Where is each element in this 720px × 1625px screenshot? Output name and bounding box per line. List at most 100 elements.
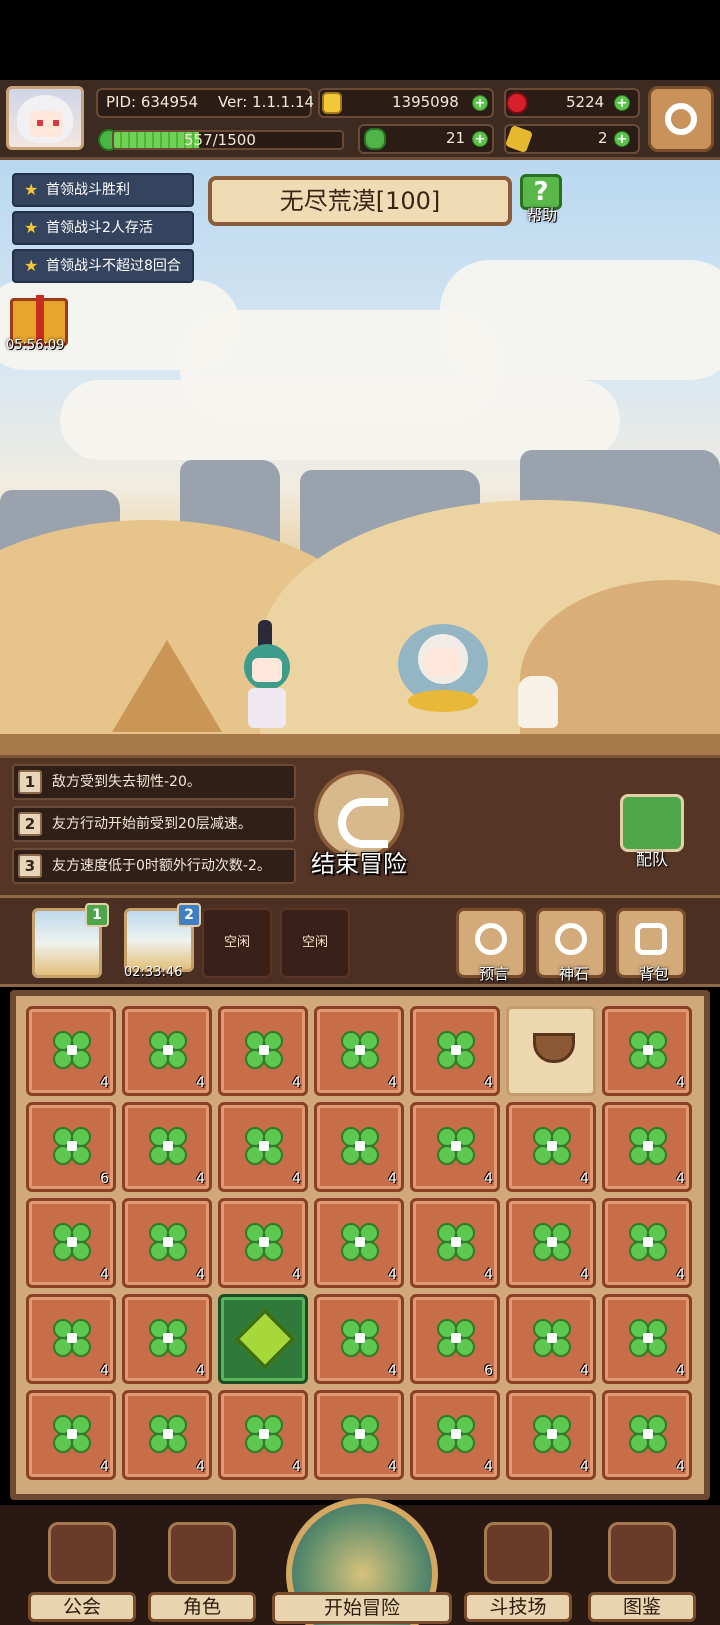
clover-icon — [629, 1415, 669, 1455]
add-feather-plus-icon[interactable]: + — [614, 131, 630, 147]
add-gold-plus-icon[interactable]: + — [472, 95, 488, 111]
hero-bunny-girl-sprite — [238, 620, 298, 732]
board-tile[interactable]: 4 — [314, 1198, 404, 1288]
player-id: PID: 634954 — [106, 93, 199, 111]
expedition-slot-2[interactable]: 2 — [124, 903, 201, 972]
clover-icon — [437, 1031, 477, 1071]
board-tile[interactable]: 4 — [26, 1198, 116, 1288]
stone-icon — [555, 923, 587, 955]
clover-icon — [629, 1223, 669, 1263]
clover-icon — [629, 1127, 669, 1167]
board-tile[interactable]: 4 — [410, 1198, 500, 1288]
tile-count: 4 — [100, 1459, 109, 1475]
expedition-slot-1[interactable]: 1 — [32, 903, 109, 978]
clover-icon — [245, 1127, 285, 1167]
team-formation-button[interactable]: 配队 — [616, 794, 688, 869]
board-tile[interactable]: 4 — [314, 1006, 404, 1096]
add-clover-plus-icon[interactable]: + — [472, 131, 488, 147]
board-tile[interactable]: 4 — [410, 1006, 500, 1096]
board-tile[interactable]: 4 — [122, 1198, 212, 1288]
board-tile[interactable]: 4 — [602, 1198, 692, 1288]
board-tile[interactable]: 4 — [218, 1102, 308, 1192]
nav-start-adventure-button[interactable]: 开始冒险 — [272, 1496, 452, 1625]
expedition-slot-2-timer: 02:33:46 — [124, 965, 183, 980]
prophecy-button[interactable]: 预言 — [456, 908, 526, 983]
clover-icon — [53, 1415, 93, 1455]
tile-count: 4 — [676, 1363, 685, 1379]
tile-count: 4 — [388, 1363, 397, 1379]
board-tile[interactable]: 4 — [122, 1390, 212, 1480]
settings-gear-button[interactable] — [648, 86, 714, 152]
stage-effect-3: 3 友方速度低于0时额外行动次数-2。 — [12, 848, 296, 884]
board-tile[interactable]: 4 — [602, 1390, 692, 1480]
add-red-gem-plus-icon[interactable]: + — [614, 95, 630, 111]
clover-icon — [245, 1415, 285, 1455]
board-tile[interactable]: 4 — [122, 1006, 212, 1096]
clover-icon — [149, 1223, 189, 1263]
help-button[interactable]: ? 帮助 — [516, 172, 566, 228]
end-adventure-button[interactable]: 结束冒险 — [302, 770, 416, 878]
board-tile[interactable]: 4 — [506, 1390, 596, 1480]
nav-arena-button[interactable]: 斗技场 — [464, 1522, 572, 1622]
green-gem-icon — [233, 1307, 297, 1371]
board-tile[interactable]: 6 — [26, 1102, 116, 1192]
board-tile[interactable]: 4 — [314, 1294, 404, 1384]
clover-icon — [437, 1223, 477, 1263]
board-tile[interactable]: 4 — [218, 1198, 308, 1288]
tile-count: 4 — [580, 1267, 589, 1283]
clover-icon — [437, 1415, 477, 1455]
board-tile[interactable]: 4 — [314, 1390, 404, 1480]
clover-icon — [149, 1415, 189, 1455]
book-icon — [608, 1522, 676, 1584]
stage-effect-2: 2 友方行动开始前受到20层减速。 — [12, 806, 296, 842]
board-tile[interactable] — [506, 1006, 596, 1096]
clover-icon — [245, 1031, 285, 1071]
star-icon: ★ — [24, 256, 39, 275]
tile-board: 4 4 4 4 4 4 6 4 4 4 4 4 4 4 4 4 4 4 4 4 4 4 4 6 4 4 4 4 4 4 4 4 4 — [10, 990, 710, 1500]
feather-amount: 2 — [598, 129, 608, 147]
board-tile[interactable]: 4 — [26, 1390, 116, 1480]
board-tile[interactable] — [218, 1294, 308, 1384]
board-tile[interactable]: 4 — [410, 1390, 500, 1480]
hero-queen-sprite — [398, 624, 488, 724]
board-tile[interactable]: 4 — [506, 1102, 596, 1192]
nav-guild-button[interactable]: 公会 — [28, 1522, 136, 1622]
clover-icon — [533, 1223, 573, 1263]
player-avatar[interactable] — [6, 86, 84, 150]
board-tile[interactable]: 4 — [26, 1006, 116, 1096]
clover-icon — [245, 1223, 285, 1263]
idle-slot-2[interactable]: 空闲 — [280, 908, 350, 978]
board-tile[interactable]: 4 — [218, 1390, 308, 1480]
character-face-icon — [168, 1522, 236, 1584]
backpack-button[interactable]: 背包 — [616, 908, 686, 983]
board-tile[interactable]: 4 — [602, 1102, 692, 1192]
board-tile[interactable]: 4 — [122, 1102, 212, 1192]
board-tile[interactable]: 4 — [122, 1294, 212, 1384]
nav-codex-button[interactable]: 图鉴 — [588, 1522, 696, 1622]
clover-icon — [341, 1223, 381, 1263]
board-tile[interactable]: 4 — [602, 1006, 692, 1096]
tile-count: 4 — [676, 1171, 685, 1187]
quest-objective-3: ★ 首领战斗不超过8回合 — [12, 249, 194, 283]
board-tile[interactable]: 4 — [218, 1006, 308, 1096]
board-tile[interactable]: 6 — [410, 1294, 500, 1384]
board-tile[interactable]: 4 — [410, 1102, 500, 1192]
tile-count: 6 — [484, 1363, 493, 1379]
divine-stone-button[interactable]: 神石 — [536, 908, 606, 983]
tile-count: 4 — [484, 1075, 493, 1091]
clover-icon — [533, 1415, 573, 1455]
board-tile[interactable]: 4 — [506, 1198, 596, 1288]
tile-count: 4 — [292, 1267, 301, 1283]
nav-character-button[interactable]: 角色 — [148, 1522, 256, 1622]
tile-count: 4 — [100, 1267, 109, 1283]
board-tile[interactable]: 4 — [314, 1102, 404, 1192]
gold-amount: 1395098 — [392, 93, 459, 111]
gift-timer: 05:56:09 — [6, 338, 65, 353]
clover-icon — [341, 1415, 381, 1455]
clover-icon — [629, 1031, 669, 1071]
board-tile[interactable]: 4 — [602, 1294, 692, 1384]
board-tile[interactable]: 4 — [26, 1294, 116, 1384]
idle-slot-1[interactable]: 空闲 — [202, 908, 272, 978]
board-tile[interactable]: 4 — [506, 1294, 596, 1384]
tile-count: 4 — [292, 1171, 301, 1187]
